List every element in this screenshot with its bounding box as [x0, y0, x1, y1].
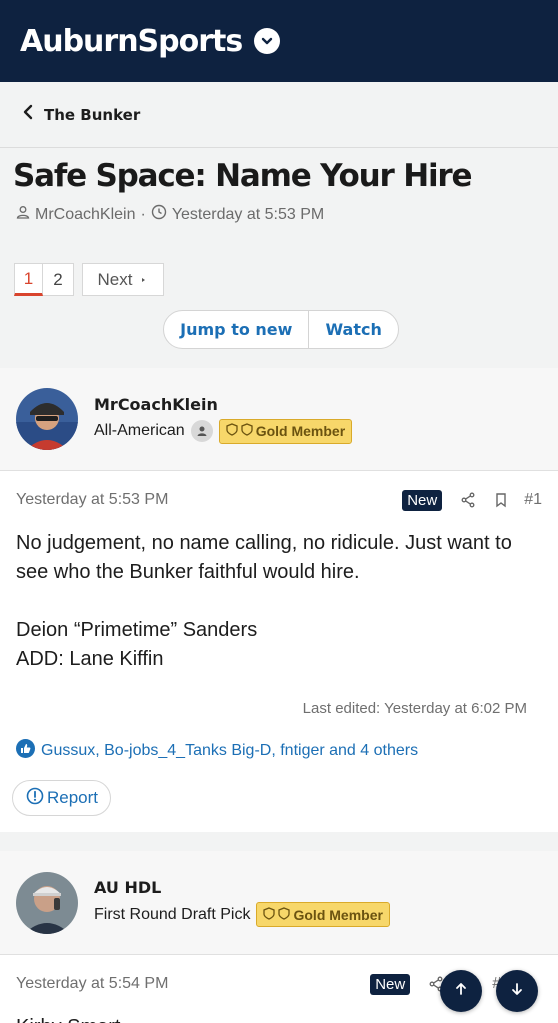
pagination: 1 2 Next — [0, 225, 558, 296]
page-title: Safe Space: Name Your Hire — [13, 158, 472, 194]
chevron-left-icon — [22, 104, 34, 125]
jump-to-new-button[interactable]: Jump to new — [164, 311, 308, 348]
likes-summary[interactable]: Gussux, Bo-jobs_4_Tanks Big-D, fntiger a… — [16, 739, 542, 763]
gold-member-badge: Gold Member — [218, 418, 353, 444]
page-1-link[interactable]: 1 — [14, 263, 43, 296]
post-1: Yesterday at 5:53 PM New #1 No judgement… — [0, 471, 558, 832]
shield-icon — [278, 906, 293, 923]
next-page-button[interactable]: Next — [82, 263, 164, 296]
page-2-link[interactable]: 2 — [43, 263, 74, 296]
share-icon[interactable] — [460, 492, 476, 508]
new-badge: New — [402, 489, 443, 511]
watch-button[interactable]: Watch — [308, 311, 397, 348]
thread-meta: MrCoachKlein · Yesterday at 5:53 PM — [0, 196, 558, 225]
avatar[interactable] — [16, 871, 78, 934]
shield-icon — [226, 423, 241, 439]
post-author-name[interactable]: MrCoachKlein — [94, 395, 352, 414]
thread-actions: Jump to new Watch — [4, 310, 558, 349]
breadcrumb-label: The Bunker — [44, 105, 141, 124]
alert-icon — [26, 787, 47, 810]
post-number[interactable]: #1 — [524, 491, 542, 509]
post-2-author: AU HDL First Round Draft Pick Gold Membe… — [0, 851, 558, 955]
new-badge: New — [370, 973, 411, 995]
user-title: All-American — [94, 422, 185, 439]
report-label: Report — [47, 788, 99, 807]
post-time[interactable]: Yesterday at 5:53 PM — [16, 491, 168, 509]
user-icon — [16, 205, 35, 224]
arrow-up-icon — [454, 982, 468, 1001]
next-label: Next — [97, 269, 133, 289]
report-button[interactable]: Report — [12, 780, 112, 816]
likes-text[interactable]: Gussux, Bo-jobs_4_Tanks Big-D, fntiger a… — [41, 742, 418, 760]
post-1-author: MrCoachKlein All-American Gold Member — [0, 368, 558, 471]
badge-label: Gold Member — [293, 906, 383, 923]
site-header: AuburnSports — [0, 0, 558, 82]
shield-icon — [241, 423, 256, 439]
post-text-line: ADD: Lane Kiffin — [16, 648, 164, 670]
breadcrumb[interactable]: The Bunker — [0, 82, 558, 148]
user-title: First Round Draft Pick — [94, 905, 251, 923]
verified-icon — [190, 420, 213, 442]
chevron-down-icon[interactable] — [254, 28, 281, 54]
thread-author[interactable]: MrCoachKlein — [35, 206, 135, 224]
scroll-down-button[interactable] — [496, 970, 538, 1012]
post-text-line: Kirby Smart — [16, 1013, 542, 1023]
post-text-line: No judgement, no name calling, no ridicu… — [16, 532, 512, 583]
shield-icon — [263, 906, 278, 923]
scroll-up-button[interactable] — [440, 970, 482, 1012]
site-brand[interactable]: AuburnSports — [20, 24, 243, 59]
post-time[interactable]: Yesterday at 5:54 PM — [16, 975, 168, 993]
bookmark-icon[interactable] — [494, 492, 508, 508]
meta-separator: · — [140, 205, 146, 223]
gold-member-badge: Gold Member — [256, 902, 390, 927]
badge-label: Gold Member — [255, 423, 346, 439]
clock-icon — [151, 204, 172, 225]
post-author-name[interactable]: AU HDL — [94, 878, 390, 897]
thread-created-time[interactable]: Yesterday at 5:53 PM — [172, 206, 324, 224]
arrow-down-icon — [510, 982, 524, 1001]
like-icon — [16, 739, 41, 763]
avatar[interactable] — [16, 388, 78, 450]
post-text-line: Deion “Primetime” Sanders — [16, 619, 258, 641]
last-edited: Last edited: Yesterday at 6:02 PM — [302, 700, 527, 717]
